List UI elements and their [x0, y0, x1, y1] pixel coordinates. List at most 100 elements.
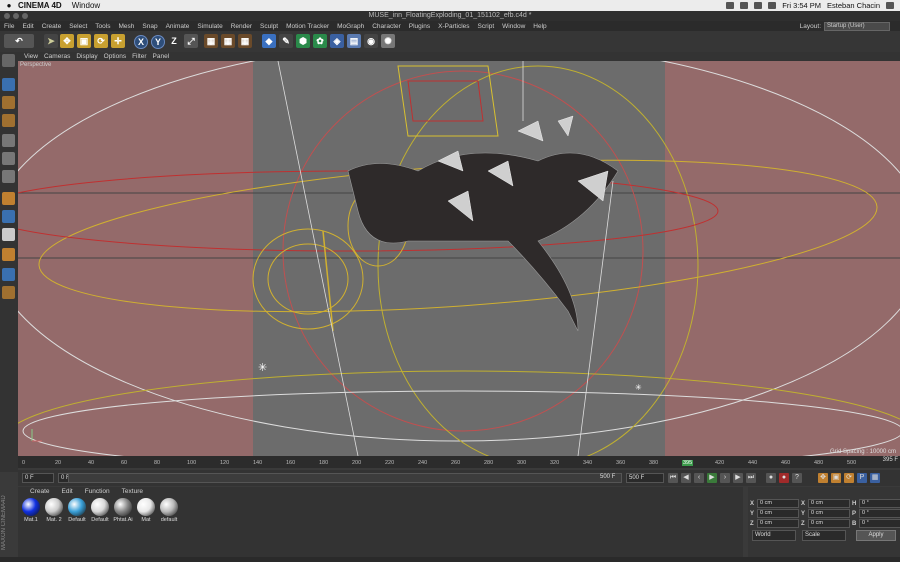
- position-field[interactable]: 0 cm: [757, 519, 799, 528]
- make-editable-icon[interactable]: [2, 54, 15, 67]
- move-tool[interactable]: ✥: [60, 34, 74, 48]
- menu-sculpt[interactable]: Sculpt: [260, 23, 278, 30]
- solo-icon[interactable]: [2, 248, 15, 261]
- render-picture-viewer-button[interactable]: ▦: [221, 34, 235, 48]
- material-swatch[interactable]: Mat: [135, 498, 157, 523]
- wifi-icon[interactable]: [740, 2, 749, 9]
- menu-animate[interactable]: Animate: [166, 23, 190, 30]
- menu-window[interactable]: Window: [502, 23, 525, 30]
- viewport-menu-display[interactable]: Display: [76, 53, 97, 60]
- battery-icon[interactable]: [768, 2, 777, 9]
- material-swatch[interactable]: Mat. 2: [43, 498, 65, 523]
- rotation-field[interactable]: 0 °: [859, 509, 900, 518]
- floor-icon[interactable]: ▤: [347, 34, 361, 48]
- timeline-ruler[interactable]: 395 F 0 20 40 60 80 100 120 140 160 180 200 220 240 2…: [18, 456, 900, 468]
- array-icon[interactable]: ✿: [313, 34, 327, 48]
- rotate-tool[interactable]: ⟳: [94, 34, 108, 48]
- volume-icon[interactable]: [754, 2, 763, 9]
- next-frame-button[interactable]: ›: [720, 473, 730, 483]
- material-menu-texture[interactable]: Texture: [122, 488, 143, 495]
- autokey-button[interactable]: ●: [779, 473, 789, 483]
- position-field[interactable]: 0 cm: [757, 509, 799, 518]
- menu-x-particles[interactable]: X-Particles: [438, 23, 469, 30]
- menu-help[interactable]: Help: [533, 23, 546, 30]
- apply-button[interactable]: Apply: [856, 530, 896, 541]
- menu-character[interactable]: Character: [372, 23, 401, 30]
- render-settings-button[interactable]: ▦: [238, 34, 252, 48]
- deformer-icon[interactable]: ◈: [330, 34, 344, 48]
- material-menu-edit[interactable]: Edit: [62, 488, 73, 495]
- scale-key-icon[interactable]: ▣: [831, 473, 841, 483]
- workplane-mode-icon[interactable]: [2, 114, 15, 127]
- keyframe-selection-button[interactable]: ?: [792, 473, 802, 483]
- x-axis-button[interactable]: X: [134, 35, 148, 49]
- menu-window[interactable]: Window: [72, 1, 100, 10]
- layout-select[interactable]: Startup (User): [824, 22, 890, 31]
- timeline-end-frame[interactable]: 395 F: [883, 457, 898, 463]
- menu-motion-tracker[interactable]: Motion Tracker: [286, 23, 329, 30]
- size-field[interactable]: 0 cm: [808, 509, 850, 518]
- apple-icon[interactable]: ●: [0, 1, 18, 10]
- param-key-icon[interactable]: P: [857, 473, 867, 483]
- preview-end-field[interactable]: 500 F: [598, 473, 622, 481]
- material-menu-function[interactable]: Function: [85, 488, 110, 495]
- material-swatch[interactable]: Default: [89, 498, 111, 523]
- menu-mesh[interactable]: Mesh: [118, 23, 134, 30]
- position-key-icon[interactable]: ✥: [818, 473, 828, 483]
- viewport-menu-cameras[interactable]: Cameras: [44, 53, 70, 60]
- planar-workplane-icon[interactable]: [2, 286, 15, 299]
- polygons-mode-icon[interactable]: [2, 170, 15, 183]
- rotation-key-icon[interactable]: ⟳: [844, 473, 854, 483]
- end-frame-field[interactable]: 500 F: [626, 473, 664, 483]
- menu-mograph[interactable]: MoGraph: [337, 23, 364, 30]
- viewport-menu-options[interactable]: Options: [104, 53, 126, 60]
- rotation-field[interactable]: 0 °: [859, 519, 900, 528]
- viewport-menu-view[interactable]: View: [24, 53, 38, 60]
- position-field[interactable]: 0 cm: [757, 499, 799, 508]
- start-frame-field[interactable]: 0 F: [22, 473, 54, 483]
- menu-select[interactable]: Select: [69, 23, 87, 30]
- coordinate-space-select[interactable]: World: [752, 530, 796, 541]
- model-mode-icon[interactable]: [2, 78, 15, 91]
- camera-icon[interactable]: ◉: [364, 34, 378, 48]
- material-swatch[interactable]: Mat.1: [20, 498, 42, 523]
- scale-tool[interactable]: ▣: [77, 34, 91, 48]
- undo-button[interactable]: ↶: [4, 34, 34, 48]
- cube-icon[interactable]: ◆: [262, 34, 276, 48]
- menu-create[interactable]: Create: [42, 23, 62, 30]
- prev-frame-button[interactable]: ‹: [694, 473, 704, 483]
- viewport-menu-panel[interactable]: Panel: [153, 53, 170, 60]
- axis-mode-icon[interactable]: [2, 192, 15, 205]
- minimize-icon[interactable]: [13, 13, 19, 19]
- perspective-viewport[interactable]: ✳ ✳ Perspective Grid Spacing : 10000 cm: [18, 61, 900, 456]
- material-swatch[interactable]: Default: [66, 498, 88, 523]
- prev-key-button[interactable]: ◀: [681, 473, 691, 483]
- close-icon[interactable]: [4, 13, 10, 19]
- pla-key-icon[interactable]: ▦: [870, 473, 880, 483]
- size-field[interactable]: 0 cm: [808, 519, 850, 528]
- play-button[interactable]: ▶: [707, 473, 717, 483]
- rotation-field[interactable]: 0 °: [859, 499, 900, 508]
- menu-edit[interactable]: Edit: [22, 23, 33, 30]
- menu-snap[interactable]: Snap: [142, 23, 157, 30]
- user-name[interactable]: Esteban Chacin: [827, 1, 880, 10]
- preview-range-slider[interactable]: [68, 473, 622, 483]
- recent-tool[interactable]: ✛: [111, 34, 125, 48]
- tweak-mode-icon[interactable]: [2, 210, 15, 223]
- menu-render[interactable]: Render: [231, 23, 252, 30]
- app-menu[interactable]: CINEMA 4D: [18, 1, 62, 10]
- goto-start-button[interactable]: ⏮: [668, 473, 678, 483]
- y-axis-button[interactable]: Y: [151, 35, 165, 49]
- points-mode-icon[interactable]: [2, 134, 15, 147]
- coordinate-system-button[interactable]: ⤢: [184, 34, 198, 48]
- material-swatch[interactable]: default: [158, 498, 180, 523]
- live-selection-tool[interactable]: ➤: [44, 34, 58, 48]
- record-button[interactable]: ●: [766, 473, 776, 483]
- menu-simulate[interactable]: Simulate: [197, 23, 222, 30]
- render-view-button[interactable]: ▦: [204, 34, 218, 48]
- snapping-icon[interactable]: [2, 228, 15, 241]
- dropbox-icon[interactable]: [726, 2, 735, 9]
- clock[interactable]: Fri 3:54 PM: [782, 1, 821, 10]
- subdivision-icon[interactable]: ⬢: [296, 34, 310, 48]
- texture-mode-icon[interactable]: [2, 96, 15, 109]
